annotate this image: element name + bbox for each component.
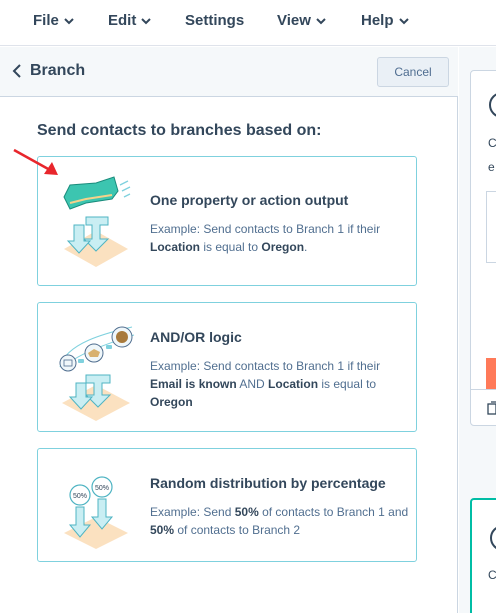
percentage-illustration: 50% 50% [64,476,128,549]
option-card-and-or-logic[interactable]: AND/OR logic Example: Send contacts to B… [37,302,417,432]
emphasis-text: 50% [150,523,175,537]
menu-view[interactable]: View [277,12,327,29]
and-or-illustration [59,326,135,421]
percentage-badge: 50% [95,485,109,492]
option-title: AND/OR logic [150,329,242,345]
option-description: Example: Send 50% of contacts to Branch … [150,505,409,537]
action-icon [489,93,496,117]
chevron-down-icon [141,17,152,24]
menu-file-label: File [33,12,59,29]
menu-file[interactable]: File [33,12,75,29]
menu-help-label: Help [361,12,394,29]
divider [471,389,496,390]
cancel-button[interactable]: Cancel [377,57,449,87]
emphasis-text: Location [268,377,319,391]
option-title: Random distribution by percentage [150,475,386,491]
panel-header: Branch Cancel [0,47,458,97]
workflow-action-card-partial[interactable] [470,70,496,426]
right-text-fragment: C [488,136,496,150]
action-icon [490,527,496,549]
annotation-arrow-icon [13,148,58,175]
chevron-left-icon [12,64,21,78]
emphasis-text: Oregon [261,240,305,254]
percentage-badge: 50% [73,493,87,500]
branch-panel: Branch Cancel Send contacts to branches … [0,47,458,613]
menu-bar: File Edit Settings View Help [0,0,496,46]
menu-help[interactable]: Help [361,12,410,29]
chevron-down-icon [64,17,74,24]
emphasis-text: Location [150,240,200,254]
option-card-property[interactable]: One property or action output Example: S… [37,156,417,286]
menu-edit-label: Edit [108,12,137,29]
menu-edit[interactable]: Edit [108,12,152,29]
right-text-fragment: e [488,160,495,174]
option-description: Example: Send contacts to Branch 1 if th… [150,222,381,254]
copy-icon[interactable] [487,401,496,415]
chevron-down-icon [398,17,409,24]
emphasis-text: 50% [234,505,259,519]
option-title: One property or action output [150,192,349,208]
panel-title: Branch [30,62,86,79]
map-branch-illustration [63,176,131,267]
orange-button-partial[interactable] [486,358,496,390]
option-description: Example: Send contacts to Branch 1 if th… [150,359,381,409]
card-field-partial [486,191,496,263]
panel-heading: Send contacts to branches based on: [37,122,322,139]
menu-view-label: View [277,12,311,29]
option-card-random-distribution[interactable]: 50% 50% Random distribution by percentag… [37,448,417,562]
workflow-branch-card-partial[interactable] [470,498,496,613]
emphasis-text: Oregon [150,395,193,409]
back-button[interactable]: Branch [12,62,85,80]
right-text-fragment: C [488,568,496,582]
menu-settings-label: Settings [185,12,245,29]
emphasis-text: Email is known [150,377,237,391]
chevron-down-icon [316,17,326,24]
menu-settings[interactable]: Settings [185,12,244,29]
